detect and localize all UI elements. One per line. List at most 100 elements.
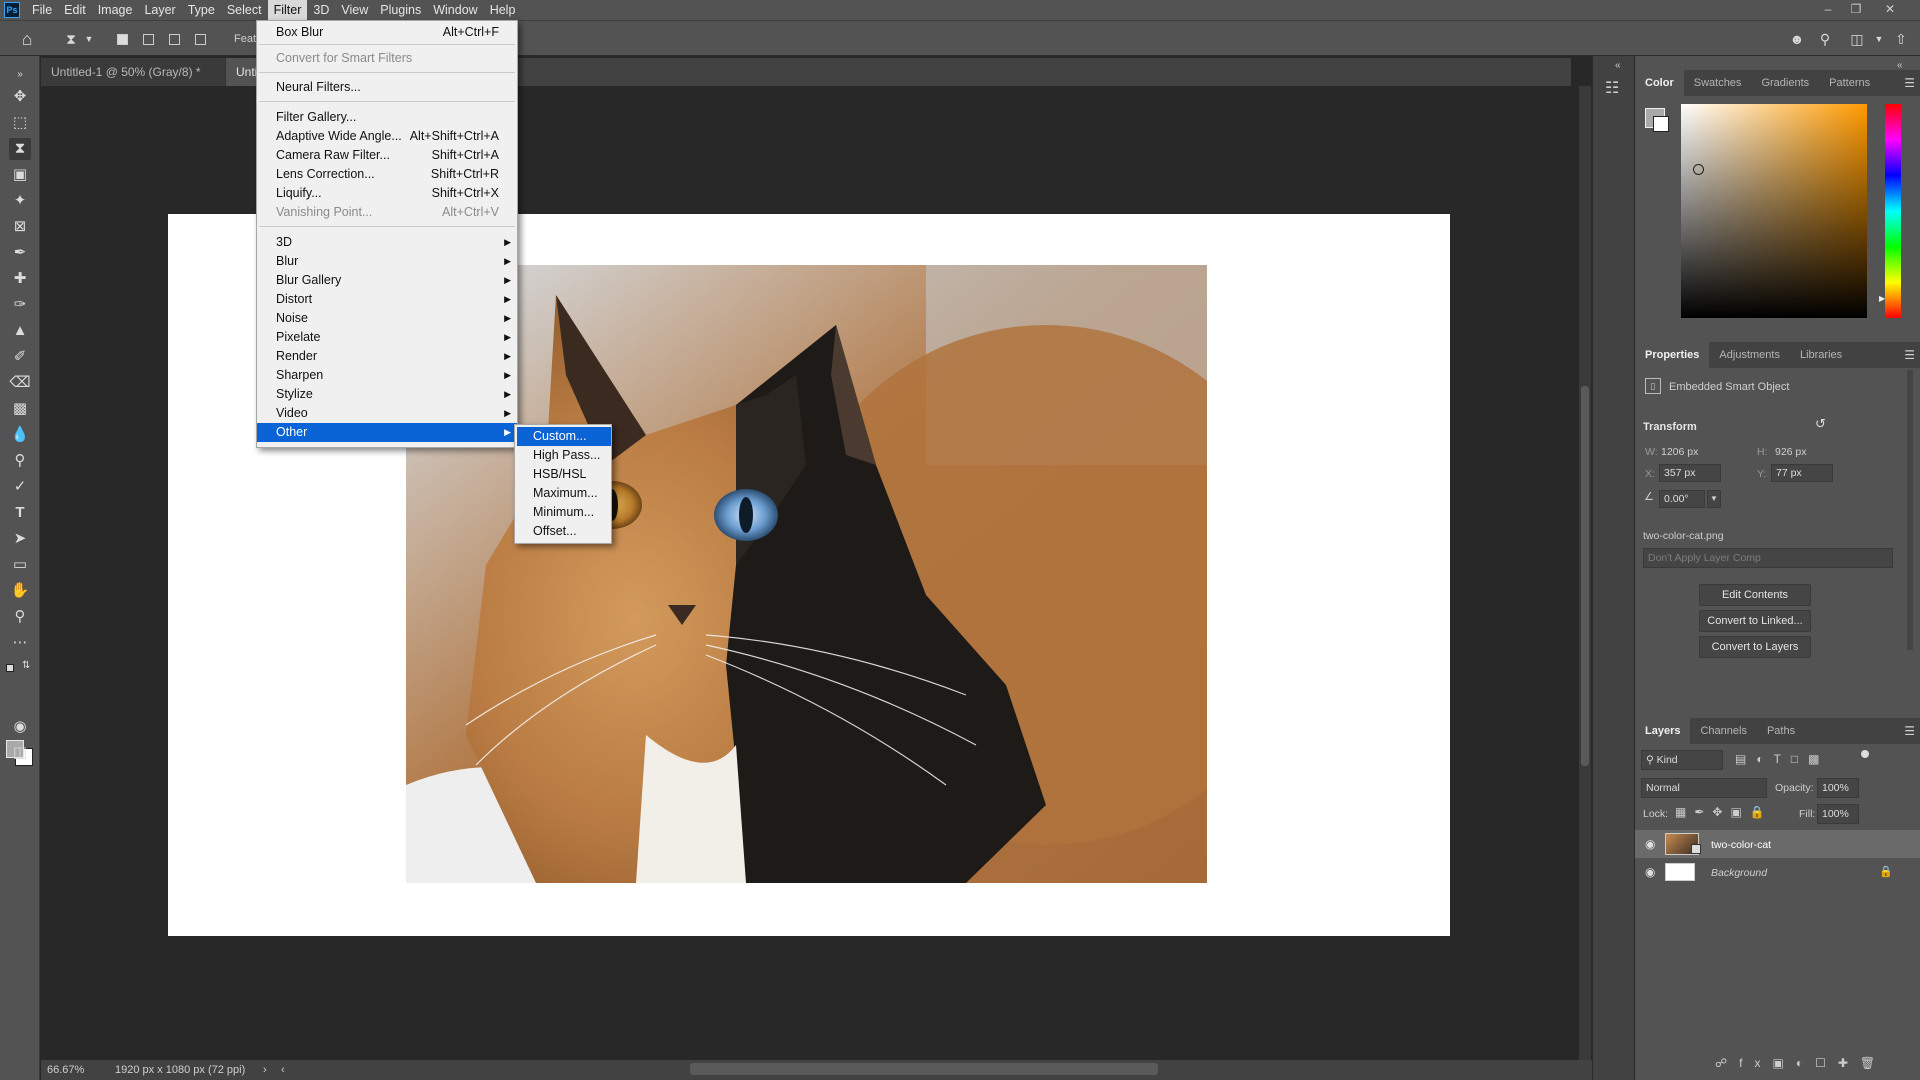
properties-scrollbar[interactable] bbox=[1907, 370, 1913, 650]
history-panel-icon[interactable]: ☷ bbox=[1605, 78, 1619, 98]
tab-properties[interactable]: Properties bbox=[1635, 342, 1710, 368]
menu-plugins[interactable]: Plugins bbox=[374, 0, 427, 20]
menu-window[interactable]: Window bbox=[427, 0, 483, 20]
width-value[interactable]: 1206 px bbox=[1661, 446, 1698, 458]
menu-item-distort[interactable]: Distort ▶ bbox=[257, 290, 517, 309]
tab-swatches[interactable]: Swatches bbox=[1684, 70, 1752, 96]
eye-icon[interactable]: ◉ bbox=[1645, 865, 1655, 879]
layer-row[interactable]: ◉ Background 🔒 bbox=[1635, 858, 1920, 886]
blend-mode-select[interactable]: Normal bbox=[1641, 778, 1767, 798]
clone-stamp-icon[interactable]: ▲ bbox=[9, 320, 31, 342]
document-tab[interactable]: Untitled-1 @ 50% (Gray/8) * × bbox=[41, 58, 226, 107]
layer-row[interactable]: ◉ two-color-cat bbox=[1635, 830, 1920, 858]
move-tool-icon[interactable]: ✥ bbox=[9, 86, 31, 108]
workspace-chevron-icon[interactable]: ▼ bbox=[1870, 30, 1888, 48]
marquee-tool-icon[interactable]: ⬚ bbox=[9, 112, 31, 134]
path-select-icon[interactable]: ➤ bbox=[9, 528, 31, 550]
menu-item-minimum[interactable]: Minimum... bbox=[517, 503, 611, 522]
eye-icon[interactable]: ◉ bbox=[1645, 837, 1655, 851]
chevron-down-icon[interactable]: ▼ bbox=[80, 30, 98, 48]
menu-item-pixelate[interactable]: Pixelate ▶ bbox=[257, 328, 517, 347]
intersect-selection-icon[interactable] bbox=[195, 34, 206, 45]
background-color-chip[interactable] bbox=[1653, 116, 1669, 132]
layer-comp-select[interactable]: Don't Apply Layer Comp bbox=[1643, 548, 1893, 568]
menu-item-lens-correction[interactable]: Lens Correction... Shift+Ctrl+R bbox=[257, 165, 517, 184]
export-icon[interactable]: ⇧ bbox=[1892, 30, 1910, 48]
dodge-tool-icon[interactable]: ⚲ bbox=[9, 450, 31, 472]
cat-photo-layer[interactable] bbox=[406, 265, 1207, 883]
crop-tool-icon[interactable]: ✦ bbox=[9, 190, 31, 212]
layer-filter-select[interactable]: ⚲ Kind bbox=[1641, 750, 1723, 770]
menu-item-filter-gallery[interactable]: Filter Gallery... bbox=[257, 108, 517, 127]
menu-item-video[interactable]: Video ▶ bbox=[257, 404, 517, 423]
quick-mask-icon[interactable]: ◉ bbox=[9, 716, 31, 738]
tab-layers[interactable]: Layers bbox=[1635, 718, 1691, 744]
status-arrow-icon[interactable]: › bbox=[263, 1060, 267, 1080]
menu-item-sharpen[interactable]: Sharpen ▶ bbox=[257, 366, 517, 385]
share-icon[interactable]: ☻ bbox=[1788, 30, 1806, 48]
menu-item-custom[interactable]: Custom... bbox=[517, 427, 611, 446]
tab-color[interactable]: Color bbox=[1635, 70, 1684, 96]
tab-channels[interactable]: Channels bbox=[1690, 718, 1756, 744]
color-picker-cursor[interactable] bbox=[1693, 164, 1704, 175]
more-tools-icon[interactable]: ⋯ bbox=[9, 632, 31, 654]
tab-gradients[interactable]: Gradients bbox=[1751, 70, 1819, 96]
menu-item-3d[interactable]: 3D ▶ bbox=[257, 233, 517, 252]
layer-filter-icons[interactable]: ▤◐T□▩ bbox=[1735, 752, 1830, 766]
lasso-tool-icon[interactable]: ⧗ bbox=[9, 138, 31, 160]
lock-icons[interactable]: ▦✒✥▣🔒 bbox=[1675, 805, 1773, 819]
menu-filter[interactable]: Filter bbox=[267, 0, 308, 20]
menu-item-blur-gallery[interactable]: Blur Gallery ▶ bbox=[257, 271, 517, 290]
horizontal-scroll-thumb[interactable] bbox=[690, 1063, 1158, 1075]
zoom-level[interactable]: 66.67% bbox=[47, 1060, 84, 1080]
panel-menu-icon[interactable]: ☰ bbox=[1904, 348, 1915, 362]
menu-layer[interactable]: Layer bbox=[138, 0, 181, 20]
reset-transform-icon[interactable]: ↺ bbox=[1815, 416, 1826, 432]
pen-tool-icon[interactable]: ✓ bbox=[9, 476, 31, 498]
layer-name[interactable]: Background bbox=[1711, 867, 1767, 879]
subtract-selection-icon[interactable] bbox=[169, 34, 180, 45]
menu-item-neural-filters[interactable]: Neural Filters... bbox=[257, 78, 517, 97]
add-to-selection-icon[interactable] bbox=[143, 34, 154, 45]
blur-tool-icon[interactable]: 💧 bbox=[9, 424, 31, 446]
workspace-icon[interactable]: ◫ bbox=[1848, 30, 1866, 48]
home-icon[interactable]: ⌂ bbox=[18, 30, 36, 48]
menu-item-blur[interactable]: Blur ▶ bbox=[257, 252, 517, 271]
tab-patterns[interactable]: Patterns bbox=[1819, 70, 1880, 96]
panel-menu-icon[interactable]: ☰ bbox=[1904, 724, 1915, 738]
menu-3d[interactable]: 3D bbox=[307, 0, 335, 20]
collapse-panels-icon[interactable]: « bbox=[1615, 60, 1621, 71]
document-info[interactable]: 1920 px x 1080 px (72 ppi) bbox=[115, 1060, 245, 1080]
tab-libraries[interactable]: Libraries bbox=[1790, 342, 1852, 368]
frame-tool-icon[interactable]: ⊠ bbox=[9, 216, 31, 238]
rectangle-tool-icon[interactable]: ▭ bbox=[9, 554, 31, 576]
menu-item-liquify[interactable]: Liquify... Shift+Ctrl+X bbox=[257, 184, 517, 203]
menu-item-hsb-hsl[interactable]: HSB/HSL bbox=[517, 465, 611, 484]
menu-item-render[interactable]: Render ▶ bbox=[257, 347, 517, 366]
menu-item-offset[interactable]: Offset... bbox=[517, 522, 611, 541]
menu-item-other[interactable]: Other ▶ bbox=[257, 423, 517, 442]
eyedropper-tool-icon[interactable]: ✒ bbox=[9, 242, 31, 264]
menu-select[interactable]: Select bbox=[221, 0, 268, 20]
scroll-left-icon[interactable]: ‹ bbox=[281, 1060, 285, 1080]
search-icon[interactable]: ⚲ bbox=[1816, 30, 1834, 48]
brush-tool-icon[interactable]: ✑ bbox=[9, 294, 31, 316]
restore-icon[interactable]: ❐ bbox=[1842, 0, 1870, 20]
menu-view[interactable]: View bbox=[335, 0, 374, 20]
edit-contents-button[interactable]: Edit Contents bbox=[1699, 584, 1811, 606]
menu-file[interactable]: File bbox=[26, 0, 58, 20]
fill-field[interactable]: 100% bbox=[1817, 804, 1859, 824]
opacity-field[interactable]: 100% bbox=[1817, 778, 1859, 798]
menu-item-box-blur[interactable]: Box Blur Alt+Ctrl+F bbox=[257, 23, 517, 42]
collapse-icon[interactable]: » bbox=[9, 64, 31, 86]
menu-edit[interactable]: Edit bbox=[58, 0, 92, 20]
minimize-icon[interactable]: – bbox=[1814, 0, 1842, 20]
vertical-scroll-thumb[interactable] bbox=[1581, 386, 1589, 766]
gradient-tool-icon[interactable]: ▩ bbox=[9, 398, 31, 420]
menu-help[interactable]: Help bbox=[484, 0, 522, 20]
screen-mode-icon[interactable]: ◫ bbox=[9, 742, 31, 764]
default-colors-icon[interactable] bbox=[6, 664, 14, 672]
new-selection-icon[interactable] bbox=[117, 34, 128, 45]
hue-slider[interactable]: ▶ bbox=[1879, 104, 1901, 318]
angle-field[interactable]: 0.00° bbox=[1659, 490, 1705, 508]
